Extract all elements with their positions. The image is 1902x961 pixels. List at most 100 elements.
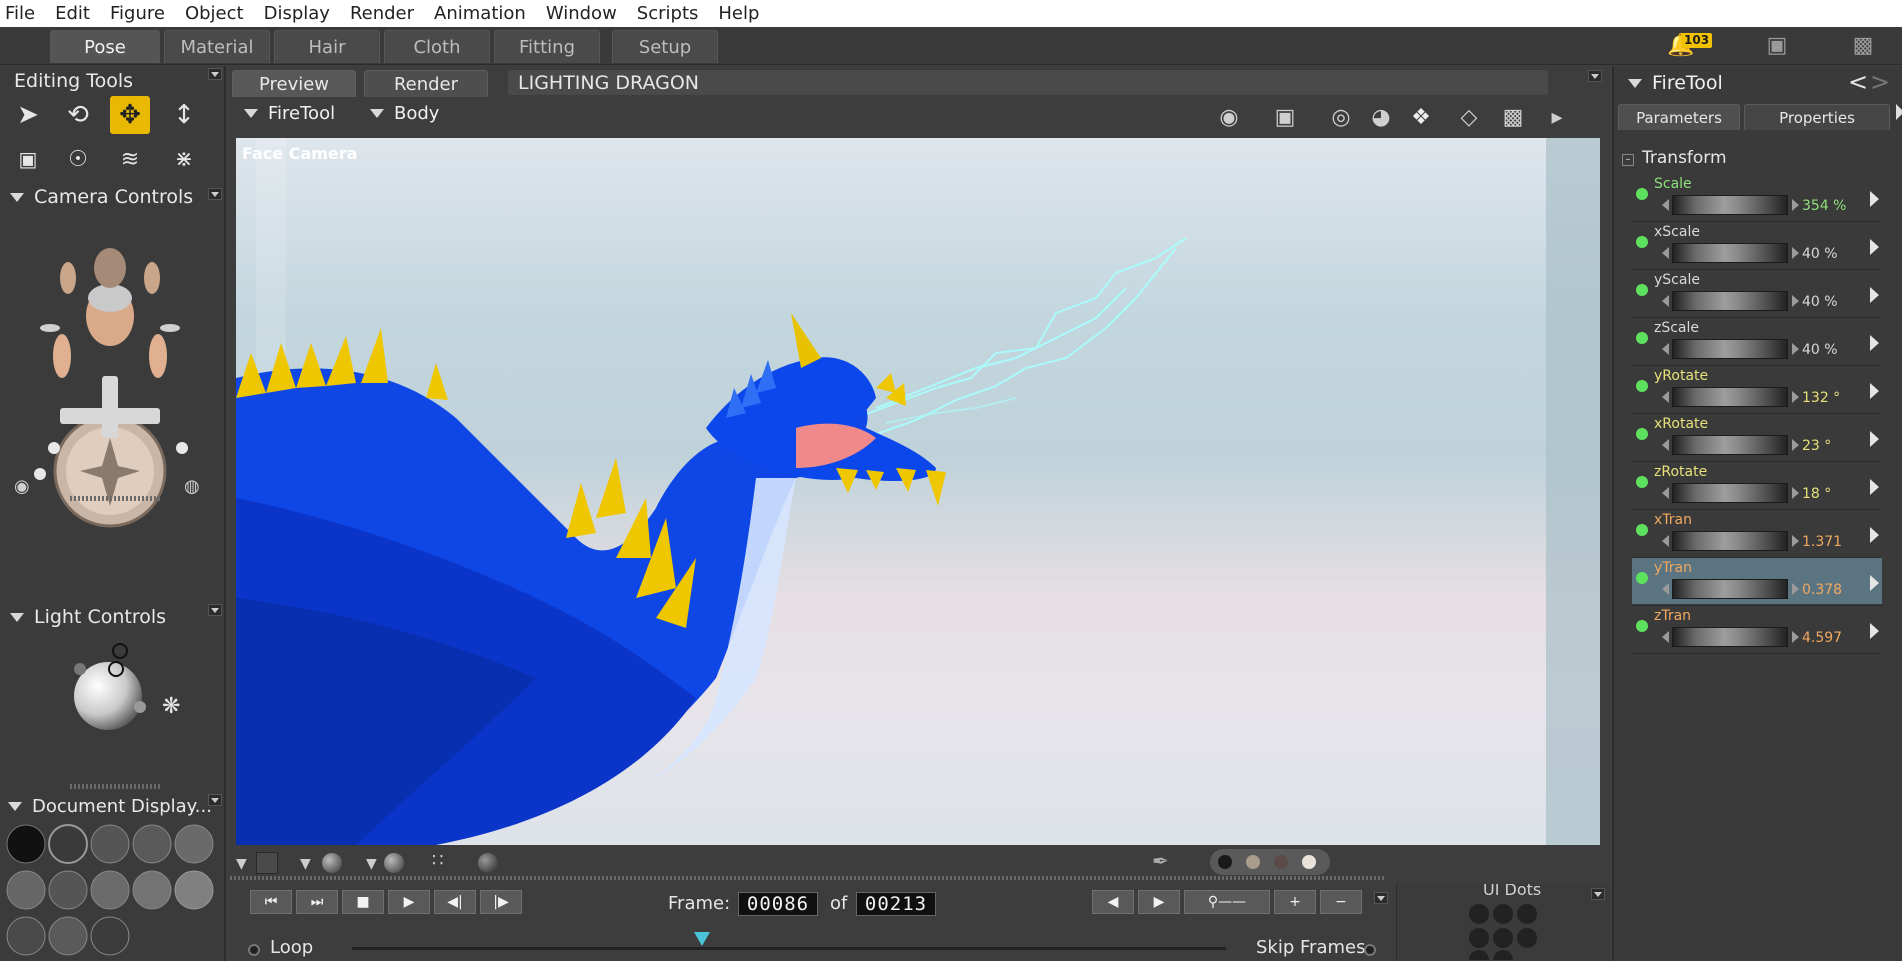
increment-arrow-icon[interactable] — [1792, 535, 1799, 547]
animation-dot-icon[interactable] — [1636, 524, 1648, 536]
display-styles-grid[interactable] — [6, 824, 216, 961]
document-display-menu[interactable] — [208, 794, 222, 806]
add-keyframe-button[interactable]: + — [1274, 890, 1316, 914]
tab-preview[interactable]: Preview — [232, 70, 356, 97]
skip-frames-radio[interactable] — [1364, 944, 1376, 956]
light-sphere-widget[interactable]: ❋ — [60, 641, 200, 741]
translate-tool-icon[interactable]: ✥ — [110, 96, 150, 134]
param-dial[interactable] — [1672, 627, 1788, 647]
param-row-yscale[interactable]: yScale 40 % — [1632, 270, 1882, 316]
menu-edit[interactable]: Edit — [45, 0, 100, 27]
timeline-grip[interactable] — [230, 876, 1386, 880]
timeline-scrubber[interactable] — [694, 932, 710, 946]
collapse-group-icon[interactable]: – — [1622, 154, 1634, 166]
decrement-arrow-icon[interactable] — [1662, 247, 1669, 259]
param-menu-arrow-icon[interactable] — [1870, 383, 1879, 399]
decrement-arrow-icon[interactable] — [1662, 439, 1669, 451]
go-to-start-button[interactable]: ⏮ — [250, 890, 292, 914]
param-row-zrotate[interactable]: zRotate 18 ° — [1632, 462, 1882, 508]
menu-display[interactable]: Display — [254, 0, 340, 27]
previous-frame-button[interactable]: ◀| — [434, 890, 476, 914]
param-value[interactable]: 132 ° — [1802, 390, 1840, 406]
twist-tool-icon[interactable]: ☉ — [58, 140, 98, 178]
param-dial[interactable] — [1672, 387, 1788, 407]
room-tab-pose[interactable]: Pose — [50, 30, 160, 63]
param-row-ytran[interactable]: yTran 0.378 — [1632, 558, 1882, 604]
element-style-icon[interactable] — [384, 853, 404, 873]
decrement-arrow-icon[interactable] — [1662, 583, 1669, 595]
camera-frame-icon[interactable]: ◎ — [1324, 102, 1358, 132]
param-dial[interactable] — [1672, 243, 1788, 263]
animation-dot-icon[interactable] — [1636, 236, 1648, 248]
menu-render[interactable]: Render — [340, 0, 424, 27]
editing-tools-menu[interactable] — [208, 68, 222, 80]
chevron-left-icon[interactable]: < — [1848, 68, 1868, 96]
resize-grip[interactable] — [70, 496, 160, 501]
param-dial[interactable] — [1672, 291, 1788, 311]
param-row-scale[interactable]: Scale 354 % — [1632, 174, 1882, 220]
swatch-white[interactable] — [1302, 855, 1316, 869]
param-value[interactable]: 0.378 — [1802, 582, 1842, 598]
param-value[interactable]: 40 % — [1802, 294, 1838, 310]
ui-dots-menu[interactable] — [1591, 888, 1605, 900]
current-frame-field[interactable]: 00086 — [738, 892, 818, 916]
menu-object[interactable]: Object — [175, 0, 254, 27]
chevron-right-icon[interactable]: > — [1870, 68, 1890, 96]
camera-orbit-icon[interactable]: ◕ — [1364, 102, 1398, 132]
increment-arrow-icon[interactable] — [1792, 247, 1799, 259]
shade-icon[interactable] — [478, 853, 498, 873]
increment-arrow-icon[interactable] — [1792, 391, 1799, 403]
param-row-xrotate[interactable]: xRotate 23 ° — [1632, 414, 1882, 460]
stop-button[interactable]: ■ — [342, 890, 384, 914]
select-tool-icon[interactable]: ➤ — [8, 96, 48, 134]
ui-dots-grid[interactable] — [1467, 902, 1547, 960]
camera-icon[interactable]: ◉ — [14, 476, 30, 497]
menu-animation[interactable]: Animation — [424, 0, 536, 27]
figure-dropdown[interactable]: FireTool — [244, 103, 335, 124]
param-value[interactable]: 18 ° — [1802, 486, 1831, 502]
camera-controls-widget[interactable] — [10, 216, 210, 536]
param-menu-arrow-icon[interactable] — [1870, 527, 1879, 543]
room-tab-material[interactable]: Material — [164, 30, 270, 63]
param-dial[interactable] — [1672, 195, 1788, 215]
swatch-brown[interactable] — [1274, 855, 1288, 869]
taper-tool-icon[interactable]: ≋ — [110, 140, 150, 178]
morph-brush-icon[interactable]: ⋇ — [164, 140, 204, 178]
animation-dot-icon[interactable] — [1636, 620, 1648, 632]
scale-tool-icon[interactable]: ▣ — [8, 140, 48, 178]
camera-controls-menu[interactable] — [208, 188, 222, 200]
element-style-dropdown[interactable]: ▼ — [366, 856, 377, 872]
param-menu-arrow-icon[interactable] — [1870, 431, 1879, 447]
decrement-arrow-icon[interactable] — [1662, 631, 1669, 643]
param-value[interactable]: 40 % — [1802, 246, 1838, 262]
next-frame-button[interactable]: |▶ — [480, 890, 522, 914]
increment-arrow-icon[interactable] — [1792, 343, 1799, 355]
resize-grip[interactable] — [70, 784, 160, 789]
decrement-arrow-icon[interactable] — [1662, 199, 1669, 211]
next-key-button[interactable]: ▶ — [1138, 890, 1180, 914]
param-row-xscale[interactable]: xScale 40 % — [1632, 222, 1882, 268]
previous-key-button[interactable]: ◀ — [1092, 890, 1134, 914]
animation-dot-icon[interactable] — [1636, 572, 1648, 584]
display-mode-dropdown[interactable]: ▼ — [236, 856, 247, 872]
chevron-right-icon[interactable]: ▸ — [1540, 102, 1574, 132]
translate-in-out-tool-icon[interactable]: ↕ — [164, 96, 204, 134]
increment-arrow-icon[interactable] — [1792, 583, 1799, 595]
param-value[interactable]: 1.371 — [1802, 534, 1842, 550]
tab-properties[interactable]: Properties — [1744, 104, 1890, 130]
param-menu-arrow-icon[interactable] — [1870, 479, 1879, 495]
menu-scripts[interactable]: Scripts — [627, 0, 709, 27]
increment-arrow-icon[interactable] — [1792, 487, 1799, 499]
animation-dot-icon[interactable] — [1636, 380, 1648, 392]
param-row-yrotate[interactable]: yRotate 132 ° — [1632, 366, 1882, 412]
param-dial[interactable] — [1672, 435, 1788, 455]
param-value[interactable]: 40 % — [1802, 342, 1838, 358]
menu-help[interactable]: Help — [708, 0, 769, 27]
param-menu-arrow-icon[interactable] — [1870, 575, 1879, 591]
menu-file[interactable]: File — [0, 0, 45, 27]
animation-dot-icon[interactable] — [1636, 188, 1648, 200]
go-to-end-button[interactable]: ⏭ — [296, 890, 338, 914]
chat-icon[interactable]: ▣ — [1760, 32, 1794, 58]
tab-render[interactable]: Render — [364, 70, 488, 97]
param-dial[interactable] — [1672, 531, 1788, 551]
